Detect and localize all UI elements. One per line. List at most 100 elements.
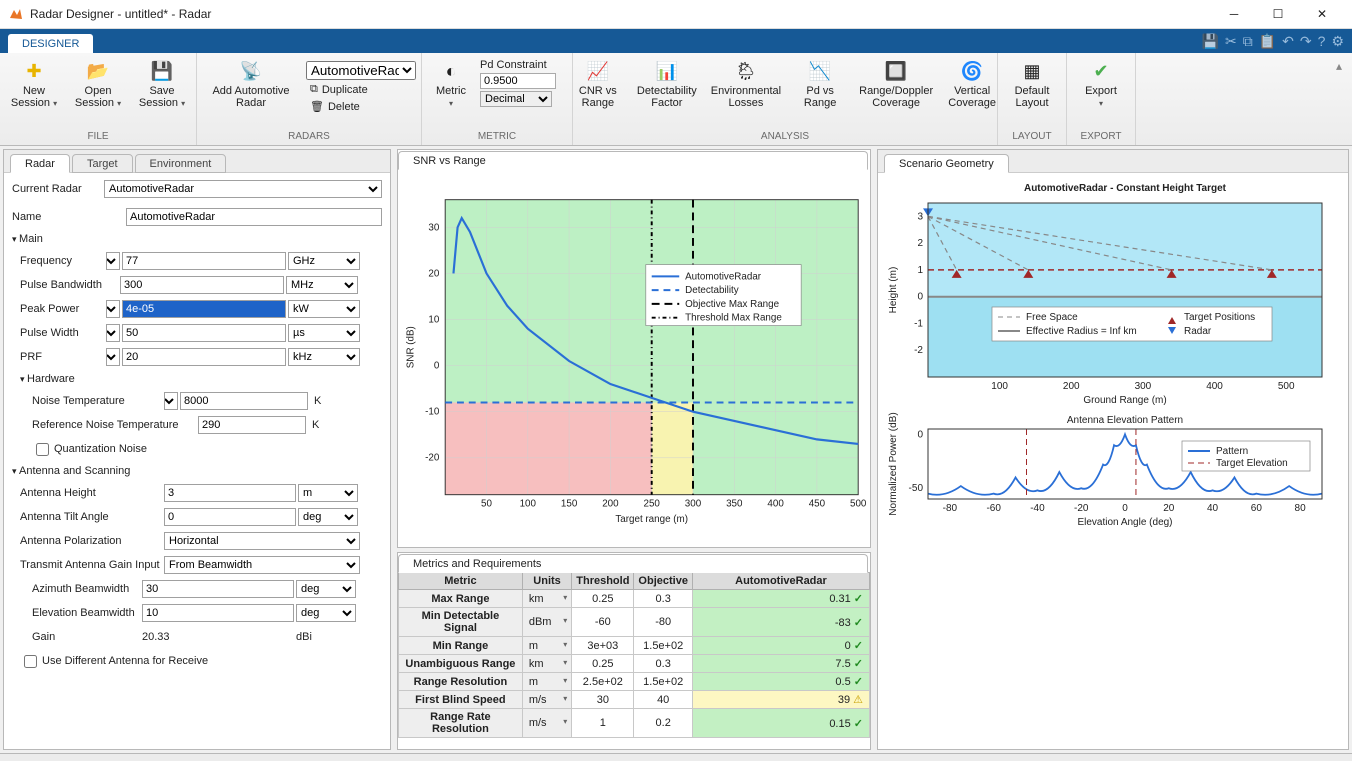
svg-text:200: 200 xyxy=(602,498,619,509)
svg-text:Objective Max Range: Objective Max Range xyxy=(685,299,779,310)
prf-input[interactable] xyxy=(122,348,286,366)
titlebar: Radar Designer - untitled* - Radar ─ ☐ ✕ xyxy=(0,0,1352,29)
svg-text:2: 2 xyxy=(917,238,923,249)
duplicate-icon: ⧉ xyxy=(310,83,318,96)
abw-unit[interactable]: deg xyxy=(296,580,356,598)
ah-unit[interactable]: m xyxy=(298,484,358,502)
prf-unit[interactable]: kHz xyxy=(288,348,360,366)
save-session-button[interactable]: 💾SaveSession ▾ xyxy=(133,57,191,112)
vertical-coverage-button[interactable]: 🌀VerticalCoverage xyxy=(943,57,1001,111)
ref-noise-temp-input[interactable] xyxy=(198,416,306,434)
range-doppler-button[interactable]: 🔲Range/DopplerCoverage xyxy=(855,57,937,111)
env-losses-button[interactable]: 🌦EnvironmentalLosses xyxy=(707,57,785,111)
collapse-ribbon-icon[interactable]: ▴ xyxy=(1336,59,1342,73)
svg-text:30: 30 xyxy=(428,222,439,233)
svg-text:-10: -10 xyxy=(425,407,440,418)
svg-text:Effective Radius = Inf km: Effective Radius = Inf km xyxy=(1026,326,1137,337)
detectability-button[interactable]: 📊DetectabilityFactor xyxy=(633,57,701,111)
ant-height-input[interactable] xyxy=(164,484,296,502)
pp-unit[interactable]: kW xyxy=(288,300,360,318)
add-radar-button[interactable]: 📡Add AutomotiveRadar xyxy=(202,57,300,111)
section-main[interactable]: Main xyxy=(12,229,382,249)
tab-environment[interactable]: Environment xyxy=(135,154,227,173)
svg-text:200: 200 xyxy=(1063,381,1080,392)
pbw-unit[interactable]: MHz xyxy=(286,276,358,294)
radar-add-icon: 📡 xyxy=(239,59,263,83)
svg-text:100: 100 xyxy=(520,498,537,509)
scenario-panel: Scenario Geometry AutomotiveRadar - Cons… xyxy=(877,149,1349,750)
diff-antenna-check[interactable] xyxy=(24,655,37,668)
pw-menu[interactable] xyxy=(106,324,120,342)
quant-noise-check[interactable] xyxy=(36,443,49,456)
pw-unit[interactable]: µs xyxy=(288,324,360,342)
pulse-width-input[interactable] xyxy=(122,324,286,342)
gear-icon[interactable]: ⚙ xyxy=(1331,33,1344,50)
undo-icon[interactable]: ↶ xyxy=(1282,33,1294,50)
pp-menu[interactable] xyxy=(106,300,120,318)
svg-text:-40: -40 xyxy=(1030,503,1045,514)
ebw-unit[interactable]: deg xyxy=(296,604,356,622)
section-hardware[interactable]: Hardware xyxy=(12,369,382,389)
tab-target[interactable]: Target xyxy=(72,154,133,173)
copy-icon[interactable]: ⧉ xyxy=(1243,33,1253,50)
svg-text:Radar: Radar xyxy=(1184,326,1212,337)
pbw-input[interactable] xyxy=(120,276,284,294)
svg-text:150: 150 xyxy=(561,498,578,509)
freq-menu[interactable] xyxy=(106,252,120,270)
svg-text:0: 0 xyxy=(434,361,440,372)
save-icon[interactable]: 💾 xyxy=(1202,33,1219,50)
export-button[interactable]: ✔Export▾ xyxy=(1072,57,1130,112)
svg-text:Target Positions: Target Positions xyxy=(1184,312,1255,323)
prf-menu[interactable] xyxy=(106,348,120,366)
el-beamwidth-input[interactable] xyxy=(142,604,294,622)
svg-text:80: 80 xyxy=(1295,503,1307,514)
close-button[interactable]: ✕ xyxy=(1300,0,1344,28)
radar-select[interactable]: AutomotiveRadar xyxy=(306,61,416,80)
redo-icon[interactable]: ↷ xyxy=(1300,33,1312,50)
gain-input-select[interactable]: From Beamwidth xyxy=(164,556,360,574)
default-layout-button[interactable]: ▦DefaultLayout xyxy=(1003,57,1061,111)
freq-unit[interactable]: GHz xyxy=(288,252,360,270)
tab-radar[interactable]: Radar xyxy=(10,154,70,173)
layout-icon: ▦ xyxy=(1020,59,1044,83)
new-session-button[interactable]: ✚NewSession ▾ xyxy=(5,57,63,112)
pd-range-button[interactable]: 📉Pd vsRange xyxy=(791,57,849,111)
open-session-button[interactable]: 📂OpenSession ▾ xyxy=(69,57,127,112)
maximize-button[interactable]: ☐ xyxy=(1256,0,1300,28)
help-icon[interactable]: ? xyxy=(1318,33,1326,49)
chart-icon: 🌀 xyxy=(960,59,984,83)
tab-snr-range[interactable]: SNR vs Range xyxy=(398,151,868,170)
paste-icon[interactable]: 📋 xyxy=(1259,33,1276,50)
cut-icon[interactable]: ✂ xyxy=(1225,33,1237,50)
duplicate-button[interactable]: ⧉Duplicate xyxy=(306,82,416,97)
svg-text:100: 100 xyxy=(991,381,1008,392)
tab-scenario[interactable]: Scenario Geometry xyxy=(884,154,1009,173)
section-antenna[interactable]: Antenna and Scanning xyxy=(12,461,382,481)
peak-power-input[interactable] xyxy=(122,300,286,318)
polarization-select[interactable]: Horizontal xyxy=(164,532,360,550)
frequency-input[interactable] xyxy=(122,252,286,270)
format-select[interactable]: Decimal xyxy=(480,91,552,107)
az-beamwidth-input[interactable] xyxy=(142,580,294,598)
cnr-button[interactable]: 📈CNR vsRange xyxy=(569,57,627,111)
metric-button[interactable]: ◐Metric▾ xyxy=(428,57,474,112)
svg-text:40: 40 xyxy=(1207,503,1219,514)
noise-temp-input[interactable] xyxy=(180,392,308,410)
delete-button[interactable]: 🗑Delete xyxy=(306,99,416,114)
tab-designer[interactable]: DESIGNER xyxy=(8,34,93,53)
chart-icon: 📈 xyxy=(586,59,610,83)
svg-text:Elevation Angle (deg): Elevation Angle (deg) xyxy=(1077,517,1172,528)
ata-unit[interactable]: deg xyxy=(298,508,358,526)
nt-menu[interactable] xyxy=(164,392,178,410)
name-input[interactable] xyxy=(126,208,382,226)
pd-constraint-input[interactable] xyxy=(480,73,556,89)
svg-text:-20: -20 xyxy=(1074,503,1089,514)
svg-text:50: 50 xyxy=(481,498,492,509)
tab-metrics[interactable]: Metrics and Requirements xyxy=(398,554,868,573)
svg-text:AutomotiveRadar: AutomotiveRadar xyxy=(685,271,762,282)
svg-text:-60: -60 xyxy=(986,503,1001,514)
minimize-button[interactable]: ─ xyxy=(1212,0,1256,28)
tilt-angle-input[interactable] xyxy=(164,508,296,526)
svg-text:Detectability: Detectability xyxy=(685,285,739,296)
current-radar-select[interactable]: AutomotiveRadar xyxy=(104,180,382,198)
